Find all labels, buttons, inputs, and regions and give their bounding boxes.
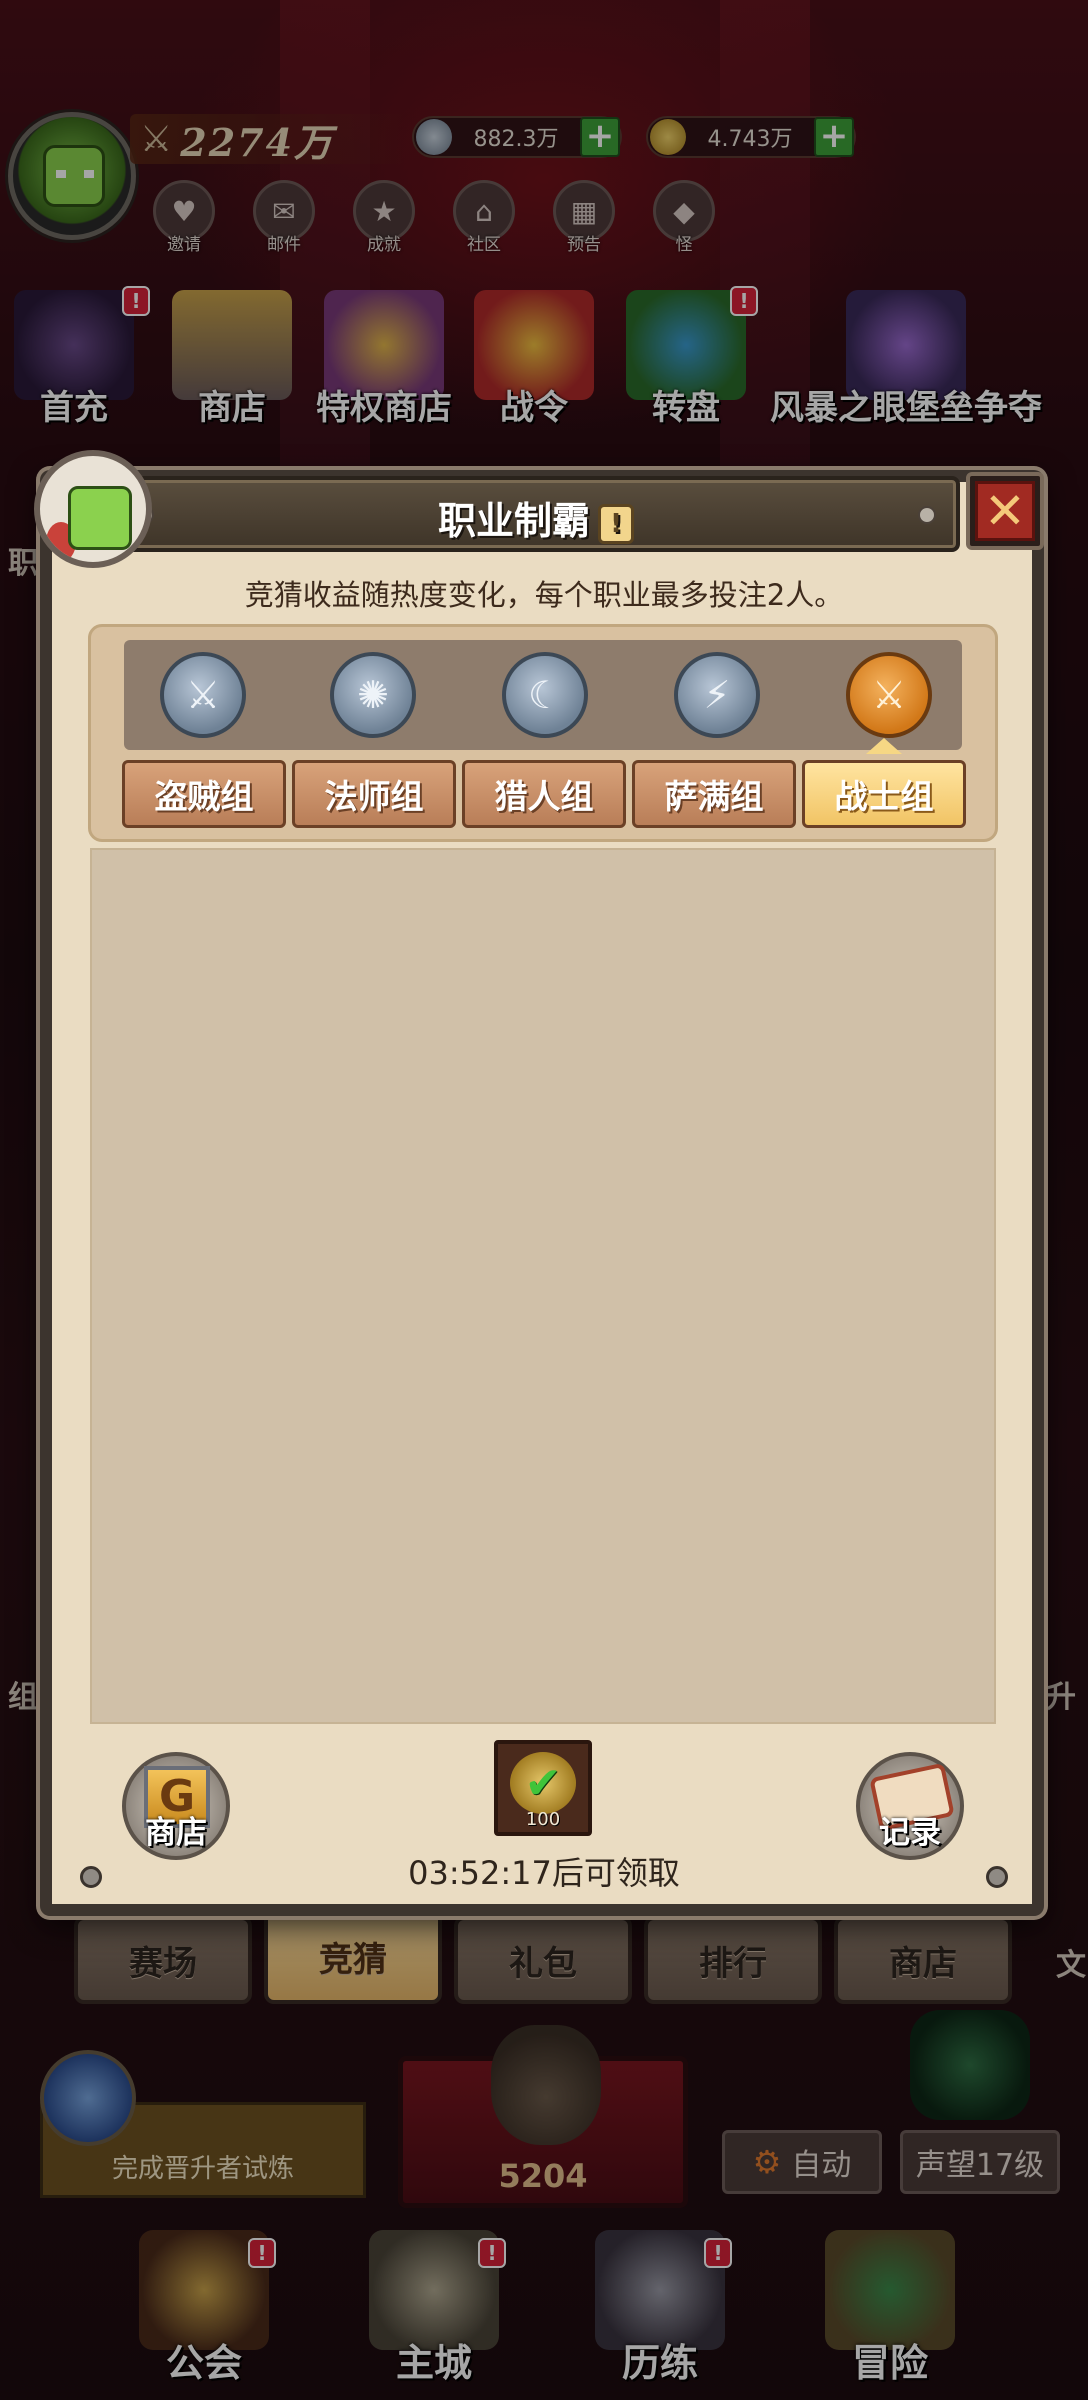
betting-list-area [90,848,996,1724]
dialog-title: 职业制霸! [116,490,956,545]
mage-icon[interactable]: ✺ [330,652,416,738]
rivet-decoration [80,1866,102,1888]
close-button[interactable]: ✕ [966,472,1044,550]
orc-face-icon [68,486,132,550]
rogue-icon[interactable]: ⚔ [160,652,246,738]
warrior-icon[interactable]: ⚔ [846,652,932,738]
dialog-avatar [34,450,152,568]
rivet-decoration [986,1866,1008,1888]
tab-hunter-group[interactable]: 猎人组 [462,760,626,828]
dialog-shop-button[interactable]: G 商店 [122,1752,230,1860]
shop-label: 商店 [145,1815,207,1851]
medal-icon: ✔ [510,1752,576,1814]
active-pointer-icon [866,738,902,754]
dialog-header: 职业制霸! [112,476,960,552]
tab-shaman-group[interactable]: 萨满组 [632,760,796,828]
tab-mage-group[interactable]: 法师组 [292,760,456,828]
record-label: 记录 [879,1815,941,1851]
reward-quantity: 100 [525,1809,561,1830]
checkmark-icon: ✔ [524,1757,562,1809]
hunter-icon[interactable]: ☾ [502,652,588,738]
class-tabs: 盗贼组 法师组 猎人组 萨满组 战士组 [122,760,966,828]
dialog-record-button[interactable]: 记录 [856,1752,964,1860]
reward-claim-box[interactable]: ✔ 100 [494,1740,592,1836]
claim-timer: 03:52:17后可领取 [408,1854,680,1892]
dialog-description: 竞猜收益随热度变化，每个职业最多投注2人。 [244,578,844,612]
tab-rogue-group[interactable]: 盗贼组 [122,760,286,828]
tab-warrior-group[interactable]: 战士组 [802,760,966,828]
info-icon[interactable]: ! [598,503,634,544]
shaman-icon[interactable]: ⚡ [674,652,760,738]
close-icon: ✕ [975,481,1035,541]
